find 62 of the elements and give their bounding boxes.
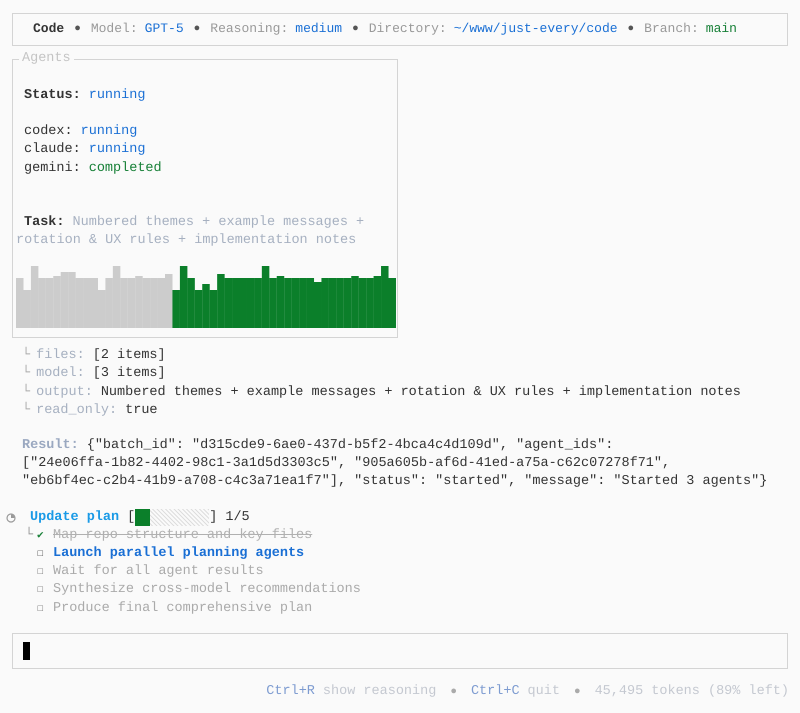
bracket: [ <box>127 508 136 527</box>
agent-status: running <box>88 141 146 160</box>
field-label: Directory: <box>368 20 447 38</box>
checkbox-icon: ☐ <box>37 563 45 582</box>
field-value: ~/www/just-every/code <box>454 20 618 38</box>
field-value: GPT-5 <box>144 20 184 38</box>
app-title: Code <box>33 20 64 38</box>
input-field[interactable] <box>12 632 788 669</box>
checkbox-icon: ☐ <box>37 600 45 618</box>
shortcut-key: Ctrl+R <box>266 682 315 702</box>
plan-step: Wait for all agent results <box>53 563 264 582</box>
spinner-icon <box>6 512 16 523</box>
param-value: [3 items] <box>92 365 166 384</box>
field-label: Model: <box>90 20 138 38</box>
bullet-separator: ● <box>450 684 457 700</box>
status-value: running <box>88 87 146 105</box>
result-text: "eb6bf4ec-c2b4-41b9-a708-c4c3a71ea1f7"], "status": "started", "message": "Started 3 agents"} <box>22 473 768 492</box>
check-icon: ✔ <box>37 526 45 546</box>
plan-title: Update plan <box>30 508 120 526</box>
field-value: medium <box>295 20 342 38</box>
param-value: [2 items] <box>92 347 166 366</box>
task-text: rotation & UX rules + implementation notes <box>16 232 358 250</box>
checkbox-icon: ☐ <box>37 545 45 564</box>
param-value: true <box>125 402 158 420</box>
tree-branch: └ <box>22 384 30 402</box>
agent-name: codex: <box>24 123 73 142</box>
agent-name: gemini: <box>24 160 81 178</box>
plan-step: Synthesize cross-model recommendations <box>53 581 361 600</box>
field-label: Reasoning: <box>210 20 288 38</box>
status-label: Status: <box>24 87 81 105</box>
param-key: read_only: <box>36 402 118 420</box>
agent-name: claude: <box>24 141 81 160</box>
text-cursor <box>23 642 30 660</box>
param-key: files: <box>36 347 85 366</box>
param-key: model: <box>36 365 85 384</box>
plan-step: Map repo structure and key files <box>53 526 312 546</box>
plan-step: Produce final comprehensive plan <box>53 600 312 618</box>
param-value: Numbered themes + example messages + rotation & UX rules + implementation notes <box>100 384 741 402</box>
field-label: Branch: <box>644 20 699 38</box>
checkbox-icon: ☐ <box>37 581 45 600</box>
tree-branch: └ <box>22 365 30 384</box>
tree-branch: └ <box>25 526 34 545</box>
param-key: output: <box>36 384 93 402</box>
plan-count: 1/5 <box>225 508 250 527</box>
task-label: Task: <box>24 214 65 232</box>
result-text: ["24e06ffa-1b82-4402-98c1-3a1d5d3303c5", "905a605b-af6d-41ed-a75a-c62c07278f71", <box>22 455 672 474</box>
agent-status: running <box>80 123 138 142</box>
task-text: Numbered themes + example messages + <box>72 214 364 232</box>
tree-branch: └ <box>22 402 30 420</box>
bullet-separator: ● <box>574 684 581 700</box>
bullet-separator: ● <box>352 22 359 38</box>
shortcut-key: Ctrl+C <box>470 682 520 702</box>
result-text: {"batch_id": "d315cde9-6ae0-437d-b5f2-4bca4c4d109d", "agent_ids": <box>86 437 614 456</box>
field-value: main <box>706 20 737 38</box>
bullet-separator: ● <box>74 22 81 38</box>
agent-status: completed <box>88 160 162 178</box>
result-label: Result: <box>22 437 79 456</box>
tree-branch: └ <box>22 347 30 364</box>
plan-step: Launch parallel planning agents <box>53 545 304 564</box>
bracket: ] <box>209 508 218 527</box>
bullet-separator: ● <box>628 22 634 38</box>
bullet-separator: ● <box>194 22 200 38</box>
